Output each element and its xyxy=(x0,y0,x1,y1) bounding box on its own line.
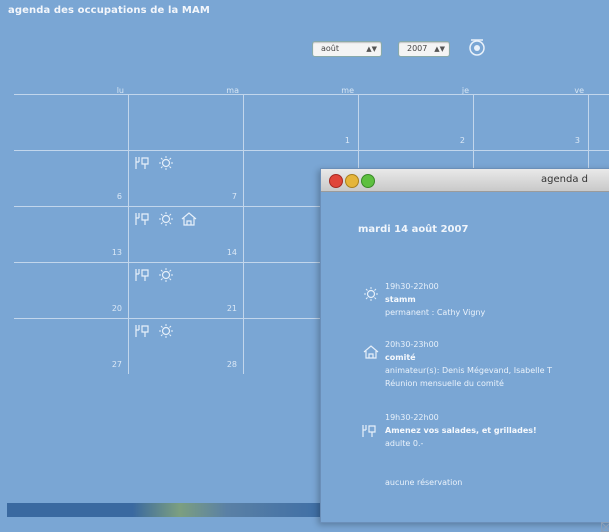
sun-icon xyxy=(363,286,379,302)
month-select[interactable]: août ▲▼ xyxy=(312,41,382,57)
event-item[interactable]: 20h30-23h00 comité animateur(s): Denis M… xyxy=(385,338,552,390)
sun-icon[interactable] xyxy=(157,267,175,283)
event-detail: permanent : Cathy Vigny xyxy=(385,306,485,319)
day-number[interactable]: 14 xyxy=(207,248,237,257)
grid-line xyxy=(243,94,244,374)
house-icon[interactable] xyxy=(180,211,198,227)
event-detail: adulte 0.- xyxy=(385,437,537,450)
day-number[interactable]: 21 xyxy=(207,304,237,313)
cell-events-7 xyxy=(134,154,175,172)
event-item[interactable]: 19h30-22h00 stamm permanent : Cathy Vign… xyxy=(385,280,485,319)
day-number[interactable]: 20 xyxy=(92,304,122,313)
event-name: Amenez vos salades, et grillades! xyxy=(385,424,537,437)
cell-events-14 xyxy=(134,210,198,228)
day-number[interactable]: 3 xyxy=(550,136,580,145)
dining-icon[interactable] xyxy=(134,267,152,283)
event-detail-window: agenda d mardi 14 août 2007 19h30-22h00 … xyxy=(320,168,609,523)
zoom-window-button[interactable] xyxy=(361,174,375,188)
close-window-button[interactable] xyxy=(329,174,343,188)
dining-icon[interactable] xyxy=(134,155,152,171)
background-image-strip xyxy=(7,503,321,517)
dining-icon[interactable] xyxy=(134,323,152,339)
cell-events-28 xyxy=(134,322,175,340)
day-number[interactable]: 6 xyxy=(92,192,122,201)
event-time: 19h30-22h00 xyxy=(385,411,537,424)
event-detail: animateur(s): Denis Mégevand, Isabelle T xyxy=(385,364,552,377)
refresh-gear-icon[interactable] xyxy=(467,37,487,57)
window-titlebar[interactable]: agenda d xyxy=(321,169,609,192)
no-reservation-text: aucune réservation xyxy=(385,476,462,489)
event-name: comité xyxy=(385,351,552,364)
minimize-window-button[interactable] xyxy=(345,174,359,188)
year-select-value: 2007 xyxy=(407,44,427,53)
year-select[interactable]: 2007 ▲▼ xyxy=(398,41,450,57)
day-number[interactable]: 2 xyxy=(435,136,465,145)
day-number[interactable]: 1 xyxy=(320,136,350,145)
event-item[interactable]: 19h30-22h00 Amenez vos salades, et grill… xyxy=(385,411,537,450)
event-detail: Réunion mensuelle du comité xyxy=(385,377,552,390)
dining-icon xyxy=(361,423,377,439)
cell-events-21 xyxy=(134,266,175,284)
sun-icon[interactable] xyxy=(157,211,175,227)
dining-icon[interactable] xyxy=(134,211,152,227)
event-time: 19h30-22h00 xyxy=(385,280,485,293)
page-title: agenda des occupations de la MAM xyxy=(8,5,210,16)
updown-arrow-icon: ▲▼ xyxy=(366,42,377,56)
window-title: agenda d xyxy=(541,174,588,185)
sun-icon[interactable] xyxy=(157,155,175,171)
grid-line xyxy=(14,94,609,95)
day-number[interactable]: 27 xyxy=(92,360,122,369)
grid-line xyxy=(128,94,129,374)
event-time: 20h30-23h00 xyxy=(385,338,552,351)
event-name: stamm xyxy=(385,293,485,306)
month-select-value: août xyxy=(321,44,339,53)
day-number[interactable]: 7 xyxy=(207,192,237,201)
day-number[interactable]: 13 xyxy=(92,248,122,257)
date-heading: mardi 14 août 2007 xyxy=(358,224,468,235)
house-icon xyxy=(363,344,379,360)
updown-arrow-icon: ▲▼ xyxy=(434,42,445,56)
sun-icon[interactable] xyxy=(157,323,175,339)
day-number[interactable]: 28 xyxy=(207,360,237,369)
resize-handle-icon[interactable] xyxy=(601,522,609,532)
grid-line xyxy=(14,150,609,151)
